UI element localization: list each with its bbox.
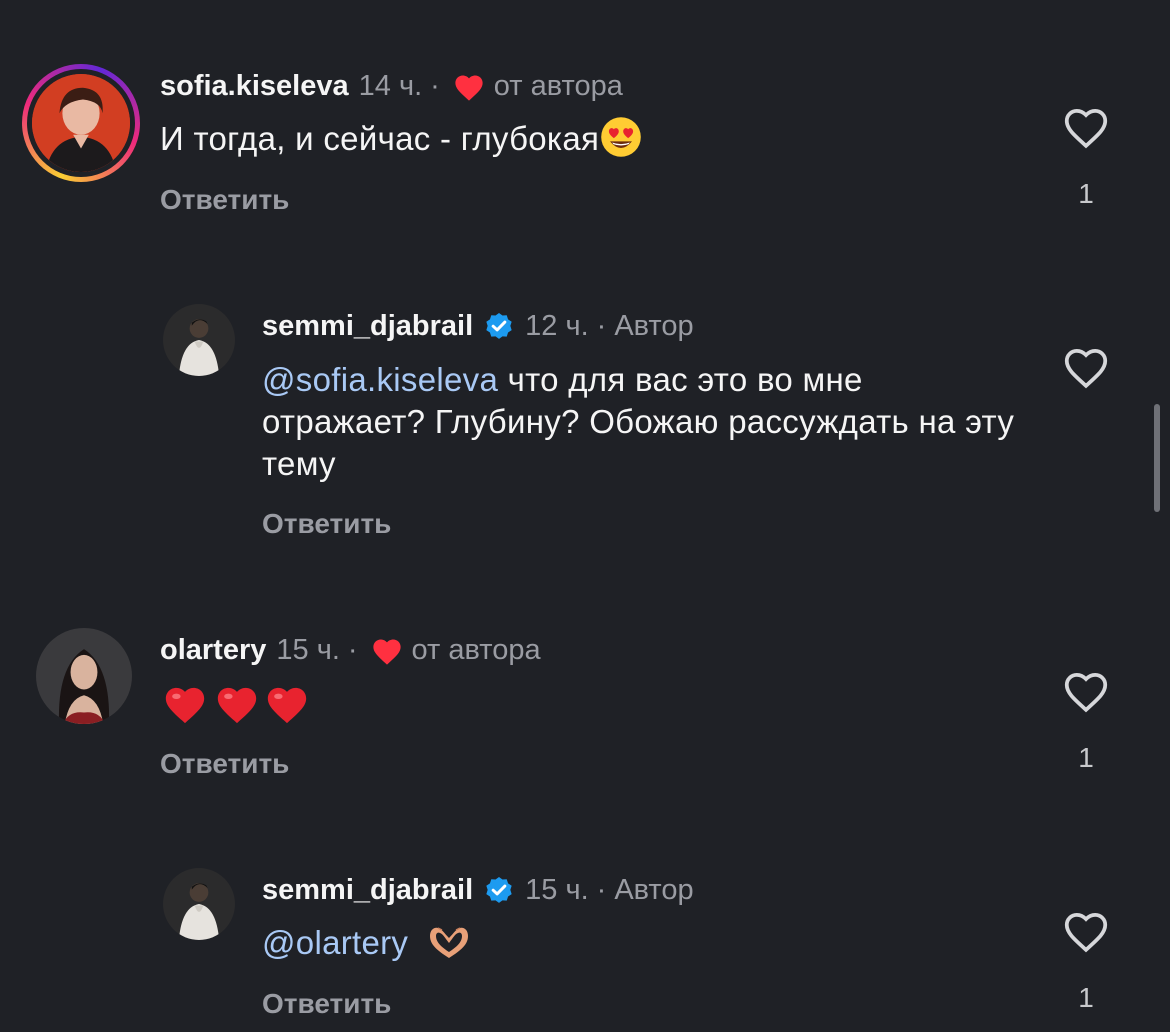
heart-outline-icon[interactable] [1060,104,1112,150]
mention-link[interactable]: @sofia.kiseleva [262,361,498,398]
comment-text: @olartery [262,922,472,964]
scrollbar[interactable] [1154,404,1160,512]
liked-by-author-label: от автора [411,634,541,666]
separator: · [347,634,358,666]
comment-text: @sofia.kiseleva что для вас это во мне о… [262,359,1022,485]
username[interactable]: semmi_djabrail [262,874,473,907]
timestamp: 15 ч. [525,874,589,906]
avatar [32,74,130,172]
heart-outline-icon[interactable] [1060,668,1112,714]
like-count: 1 [1078,742,1094,773]
comment-header: olartery 15 ч. · от автора [160,634,541,667]
timestamp: 15 ч. [276,634,340,666]
red-heart-emoji [165,687,205,724]
mention-link[interactable]: @olartery [262,924,408,961]
author-label: Автор [614,874,694,906]
verified-badge-icon [486,876,512,903]
avatar-story-ring[interactable] [22,64,140,182]
timestamp: 12 ч. [525,310,589,342]
separator: · [430,70,440,102]
separator: · [596,310,607,342]
heart-outline-icon[interactable] [1060,908,1112,954]
avatar[interactable] [163,868,235,940]
comment-header: sofia.kiseleva 14 ч. · от автора [160,70,623,103]
heart-outline-icon[interactable] [1060,344,1112,390]
reply-button[interactable]: Ответить [160,184,289,216]
username[interactable]: sofia.kiseleva [160,70,349,103]
avatar[interactable] [163,304,235,376]
red-heart-icon [372,639,401,665]
comment-text: И тогда, и сейчас - глубокая [160,117,643,160]
reply-button[interactable]: Ответить [262,988,391,1020]
timestamp: 14 ч. [358,70,423,102]
username[interactable]: olartery [160,634,266,667]
red-heart-emoji [217,687,257,724]
heart-hands-emoji [429,927,468,959]
comment-header: semmi_djabrail 12 ч. · Автор [262,310,694,343]
reply-button[interactable]: Ответить [262,508,391,540]
like-count: 1 [1078,982,1094,1013]
liked-by-author-label: от автора [493,70,623,102]
comment-header: semmi_djabrail 15 ч. · Автор [262,874,694,907]
comments-screen: sofia.kiseleva 14 ч. · от автора И тогда… [0,0,1170,1032]
author-label: Автор [614,310,694,342]
red-heart-icon [455,75,483,101]
avatar-image [163,868,235,940]
like-count: 1 [1078,178,1094,209]
avatar[interactable] [36,628,132,724]
reply-button[interactable]: Ответить [160,748,289,780]
verified-badge-icon [486,312,512,339]
username[interactable]: semmi_djabrail [262,310,473,343]
comment-text-content: И тогда, и сейчас - глубокая [160,120,600,157]
separator: · [596,874,607,906]
heart-eyes-emoji [601,117,642,158]
avatar-image [163,304,235,376]
avatar-image [36,628,132,724]
red-heart-emoji [267,687,307,724]
